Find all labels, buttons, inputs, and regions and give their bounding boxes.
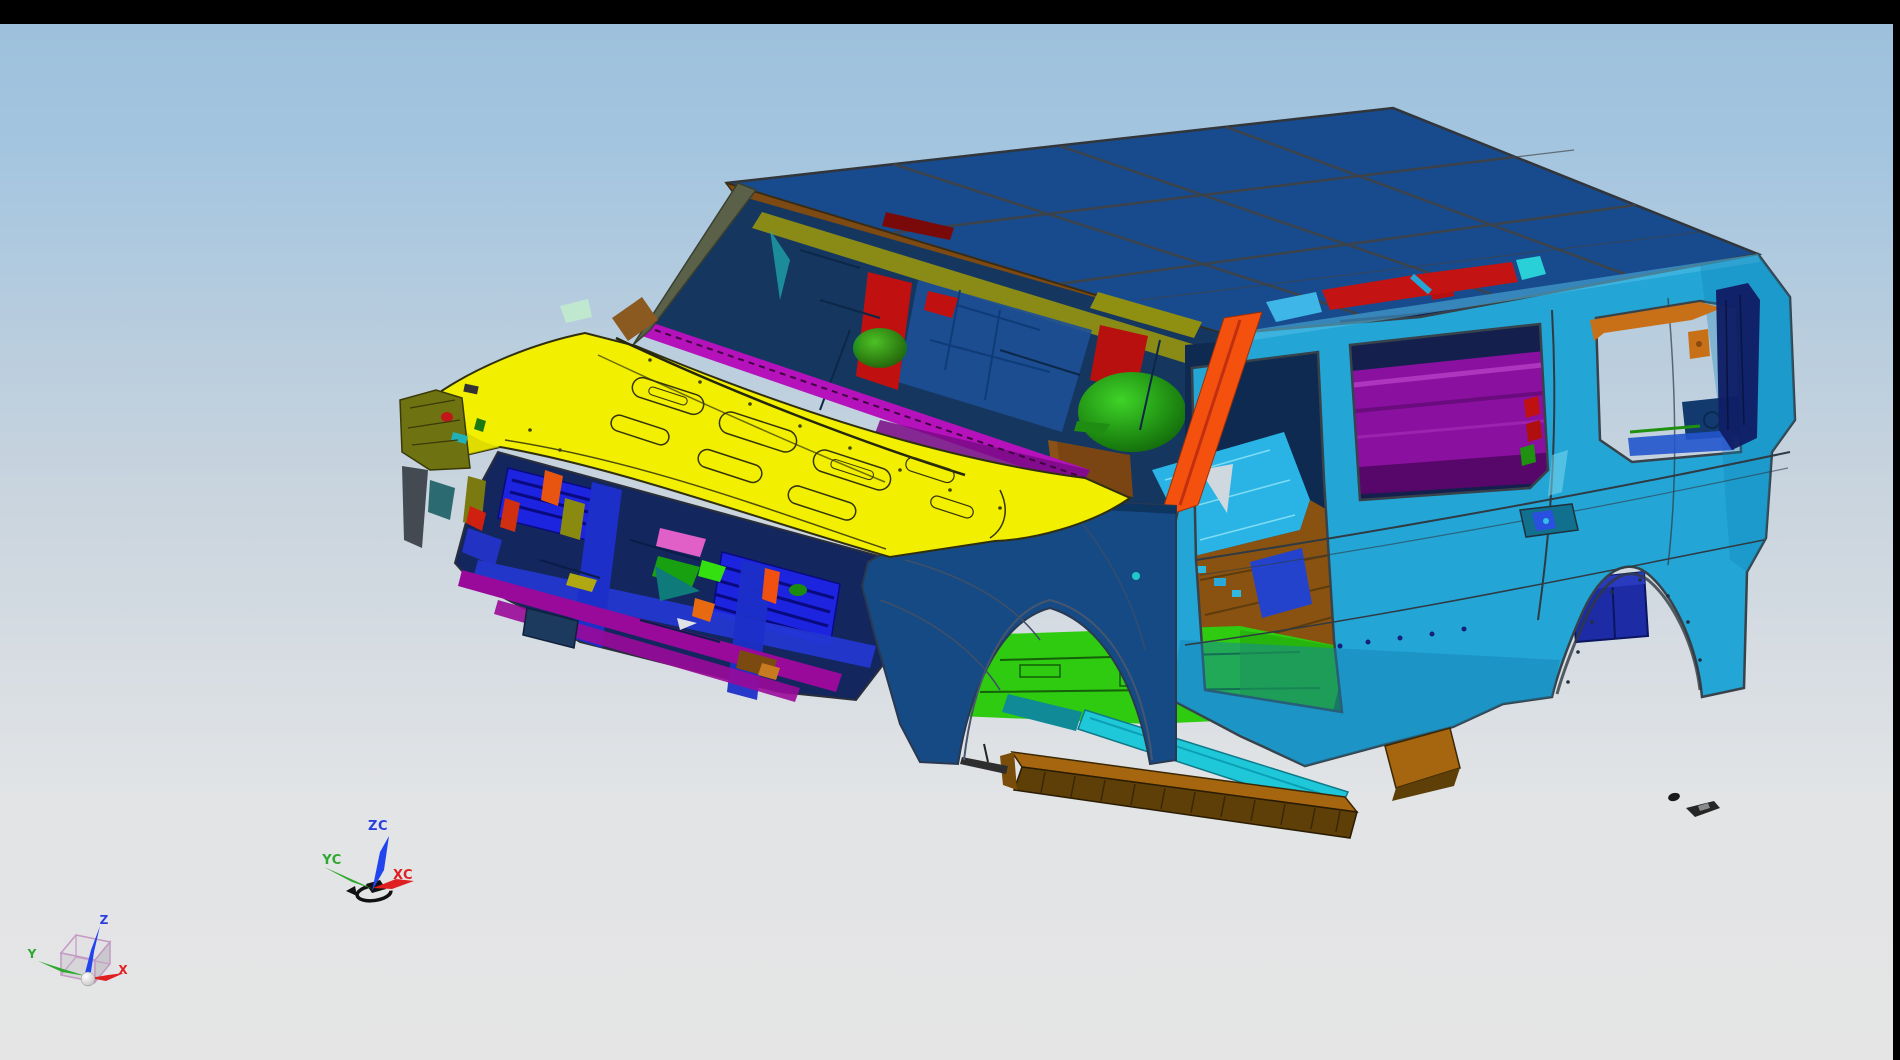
datum-origin-sphere[interactable] <box>81 972 95 986</box>
wcs-x-label: XC <box>393 868 413 883</box>
rear-glass-dark[interactable] <box>1716 283 1760 450</box>
left-fender-cap[interactable] <box>400 390 470 470</box>
application-window: ZC YC XC Z Y X <box>0 0 1900 1060</box>
wcs-y-label: YC <box>321 853 342 868</box>
right-bar <box>1893 0 1900 1060</box>
wcs-z-label: ZC <box>368 819 388 834</box>
top-bar <box>0 0 1900 24</box>
datum-z-label: Z <box>100 913 109 927</box>
datum-y-label: Y <box>27 947 37 961</box>
cad-scene: ZC YC XC Z Y X <box>0 0 1900 1060</box>
datum-x-label: X <box>118 963 128 977</box>
hvac-unit[interactable] <box>1078 372 1186 452</box>
